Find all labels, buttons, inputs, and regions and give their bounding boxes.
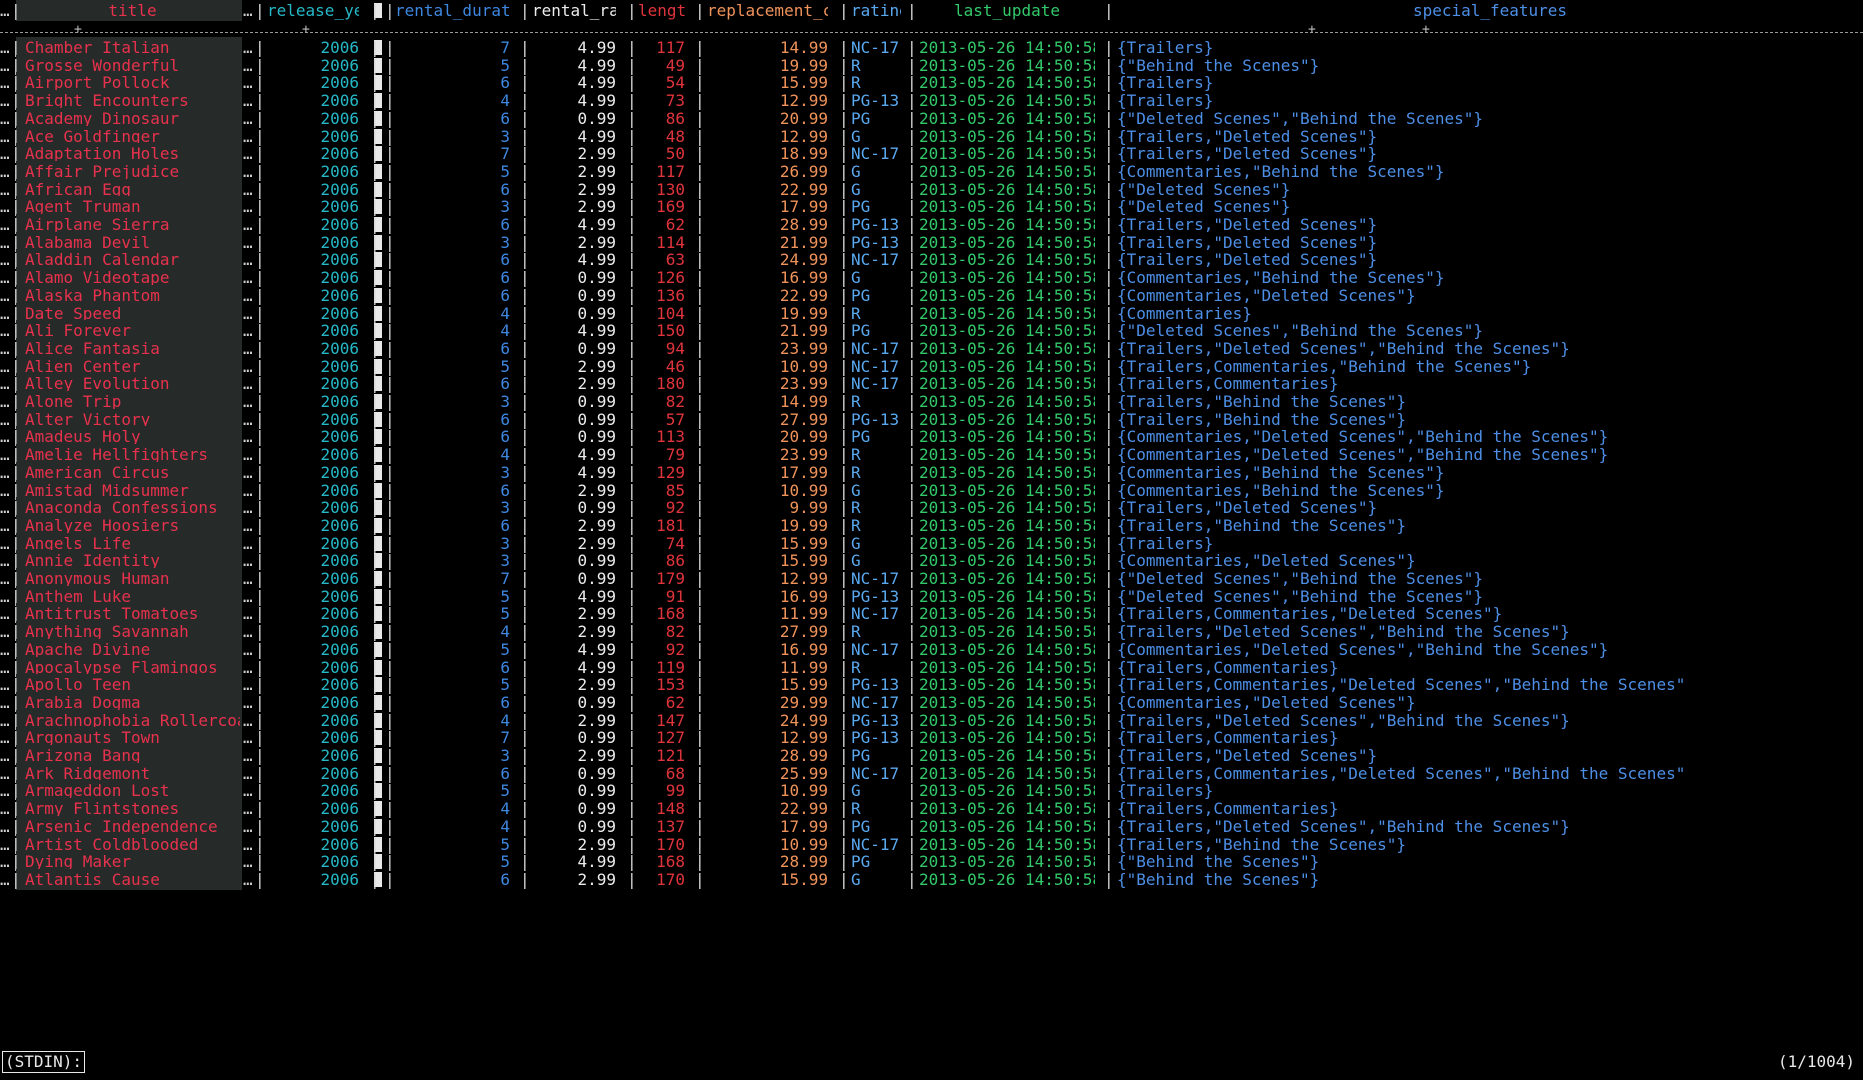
- column-separator: |: [907, 869, 917, 889]
- column-separator: |: [520, 869, 530, 889]
- header-last-update[interactable]: last_update: [919, 0, 1095, 21]
- column-separator: |: [385, 1, 395, 20]
- header-title[interactable]: title: [25, 0, 240, 21]
- column-separator: |: [255, 869, 265, 889]
- cell-length: 170: [656, 869, 685, 889]
- column-separator: |: [695, 869, 705, 889]
- column-separator: |: [520, 1, 530, 20]
- table-row[interactable]: …… | | | | | | | | | | Atlantis Cause 2006 6 2.99 170 15…: [0, 868, 1863, 890]
- column-separator: |: [370, 869, 380, 889]
- cell-special-features: {"Behind the Scenes"}: [1117, 869, 1320, 889]
- header-rating[interactable]: rating: [851, 0, 901, 21]
- column-separator: |: [839, 869, 849, 889]
- column-separator: |: [627, 1, 637, 20]
- divider-junction: +: [302, 22, 310, 37]
- header-length[interactable]: length: [638, 0, 685, 21]
- header-release-year[interactable]: release_year: [267, 0, 359, 21]
- column-separator: |: [907, 1, 917, 20]
- table-header-row: ……||||||||||titlerelease_yearrental_dura…: [0, 0, 1863, 21]
- divider-junction: +: [1308, 22, 1316, 37]
- header-special-features[interactable]: special_features: [1117, 0, 1863, 21]
- header-replacement-cost[interactable]: replacement_cost: [707, 0, 828, 21]
- cell-rental-rate: 2.99: [577, 869, 616, 889]
- header-rental-duration[interactable]: rental_duration: [395, 0, 510, 21]
- divider-junction: +: [74, 22, 82, 37]
- pager-prompt[interactable]: (STDIN):: [2, 1051, 86, 1073]
- terminal-pager[interactable]: ……||||||||||titlerelease_yearrental_dura…: [0, 0, 1863, 1080]
- cell-title: Atlantis Cause: [25, 869, 160, 889]
- column-separator: |: [1104, 1, 1114, 20]
- column-separator: |: [11, 1, 21, 20]
- column-separator: |: [627, 869, 637, 889]
- column-separator: |: [11, 869, 21, 889]
- cell-release-year: 2006: [320, 869, 359, 889]
- column-separator: |: [1104, 869, 1114, 889]
- line-position: (1/1004): [1777, 1052, 1855, 1071]
- status-bar: (STDIN): (1/1004): [0, 1050, 1863, 1074]
- column-separator: |: [385, 869, 395, 889]
- column-separator: |: [370, 1, 380, 20]
- column-separator: |: [695, 1, 705, 20]
- cell-replacement-cost: 15.99: [779, 869, 828, 889]
- header-divider: + + + +: [0, 22, 1863, 37]
- cell-rating: G: [851, 869, 861, 889]
- divider-junction: +: [1422, 22, 1430, 37]
- column-separator: |: [255, 1, 265, 20]
- header-rental-rate[interactable]: rental_rate: [532, 0, 616, 21]
- cell-rental-duration: 6: [500, 869, 510, 889]
- column-separator: |: [839, 1, 849, 20]
- cell-last-update: 2013-05-26 14:50:58.951: [919, 869, 1095, 889]
